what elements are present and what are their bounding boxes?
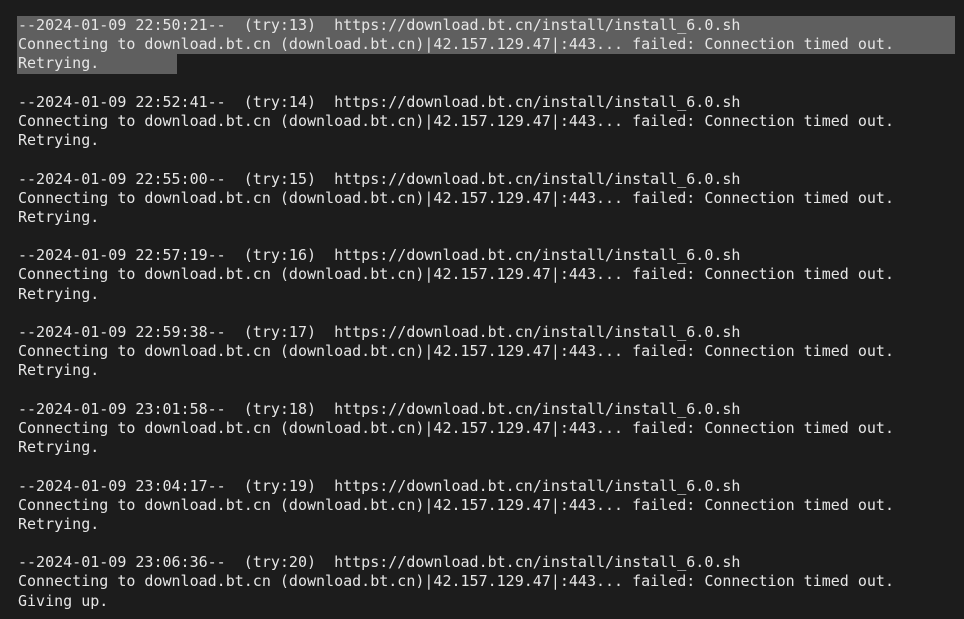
log-line-status: Retrying.: [18, 438, 100, 457]
log-line-status: Retrying.: [18, 361, 100, 380]
log-block: --2024-01-09 22:55:00-- (try:15) https:/…: [18, 170, 964, 247]
log-line-status: Retrying.: [18, 207, 100, 226]
log-line-blank: [18, 227, 964, 246]
log-line-request: --2024-01-09 23:04:17-- (try:19) https:/…: [18, 476, 741, 495]
log-line-blank: [18, 381, 964, 400]
log-line-connect: Connecting to download.bt.cn (download.b…: [18, 265, 894, 284]
log-line-connect: Connecting to download.bt.cn (download.b…: [18, 342, 894, 361]
log-block: --2024-01-09 22:52:41-- (try:14) https:/…: [18, 93, 964, 170]
terminal-window[interactable]: --2024-01-09 22:50:21-- (try:13) https:/…: [0, 0, 964, 619]
log-line-blank: [18, 74, 964, 93]
log-line-status: Retrying.: [18, 54, 100, 73]
log-line-connect: Connecting to download.bt.cn (download.b…: [18, 418, 894, 437]
log-line-connect: Connecting to download.bt.cn (download.b…: [18, 111, 894, 130]
log-line-blank: [18, 150, 964, 169]
log-line-status: Giving up.: [18, 591, 109, 610]
log-block: --2024-01-09 22:50:21-- (try:13) https:/…: [18, 16, 964, 93]
log-line-blank: [18, 304, 964, 323]
log-line-status: Retrying.: [18, 284, 100, 303]
log-line-request: --2024-01-09 23:06:36-- (try:20) https:/…: [18, 553, 741, 572]
log-block: --2024-01-09 23:04:17-- (try:19) https:/…: [18, 477, 964, 554]
log-line-connect: Connecting to download.bt.cn (download.b…: [18, 495, 894, 514]
log-line-request: --2024-01-09 22:55:00-- (try:15) https:/…: [18, 169, 741, 188]
log-line-request: --2024-01-09 22:59:38-- (try:17) https:/…: [18, 323, 741, 341]
log-line-request: --2024-01-09 23:01:58-- (try:18) https:/…: [18, 399, 741, 418]
log-line-status: Retrying.: [18, 131, 100, 150]
log-block: --2024-01-09 23:01:58-- (try:18) https:/…: [18, 400, 964, 477]
log-block: --2024-01-09 22:59:38-- (try:17) https:/…: [18, 323, 964, 400]
log-block: --2024-01-09 23:06:36-- (try:20) https:/…: [18, 553, 964, 611]
log-line-request: --2024-01-09 22:50:21-- (try:13) https:/…: [18, 16, 741, 34]
log-line-request: --2024-01-09 22:57:19-- (try:16) https:/…: [18, 246, 741, 265]
log-line-blank: [18, 457, 964, 476]
log-block: --2024-01-09 22:57:19-- (try:16) https:/…: [18, 246, 964, 323]
log-line-request: --2024-01-09 22:52:41-- (try:14) https:/…: [18, 92, 741, 111]
terminal-output[interactable]: --2024-01-09 22:50:21-- (try:13) https:/…: [18, 16, 964, 611]
log-line-connect: Connecting to download.bt.cn (download.b…: [18, 572, 894, 591]
log-line-connect: Connecting to download.bt.cn (download.b…: [18, 188, 894, 207]
log-line-connect: Connecting to download.bt.cn (download.b…: [18, 35, 894, 54]
log-line-blank: [18, 534, 964, 553]
log-line-status: Retrying.: [18, 514, 100, 533]
